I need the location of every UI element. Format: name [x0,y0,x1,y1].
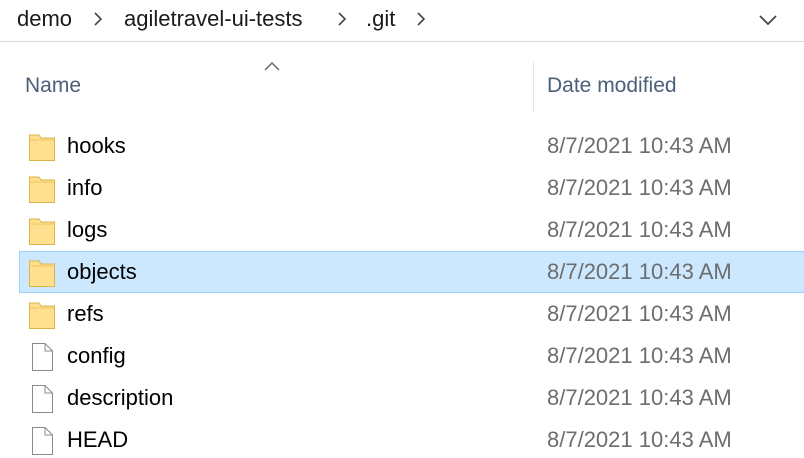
item-date-modified: 8/7/2021 10:43 AM [547,343,732,368]
column-divider[interactable] [533,62,534,112]
list-item-head[interactable]: HEAD 8/7/2021 10:43 AM [19,419,804,458]
item-date-modified: 8/7/2021 10:43 AM [547,301,732,326]
list-item-hooks[interactable]: hooks 8/7/2021 10:43 AM [19,125,804,167]
item-name: logs [67,217,108,242]
chevron-down-icon[interactable] [756,8,780,32]
item-name: refs [67,301,104,326]
file-icon [28,342,56,372]
file-icon [28,426,56,456]
chevron-right-icon[interactable] [335,10,349,28]
column-header-name[interactable]: Name [25,74,81,98]
breadcrumb-item-demo[interactable]: demo [17,5,72,33]
folder-icon [28,174,56,204]
item-date-modified: 8/7/2021 10:43 AM [547,385,732,410]
column-header-bar [0,56,804,112]
folder-icon [28,132,56,162]
item-name: hooks [67,133,126,158]
item-date-modified: 8/7/2021 10:43 AM [547,217,732,242]
chevron-right-icon[interactable] [414,10,428,28]
item-date-modified: 8/7/2021 10:43 AM [547,133,732,158]
list-item-objects[interactable]: objects 8/7/2021 10:43 AM [19,251,804,293]
sort-ascending-icon [264,61,280,71]
file-icon [28,384,56,414]
chevron-right-icon[interactable] [91,10,105,28]
list-item-refs[interactable]: refs 8/7/2021 10:43 AM [19,293,804,335]
folder-icon [28,300,56,330]
item-date-modified: 8/7/2021 10:43 AM [547,175,732,200]
list-item-logs[interactable]: logs 8/7/2021 10:43 AM [19,209,804,251]
column-header-date-modified[interactable]: Date modified [547,74,677,98]
address-bar[interactable]: demo agiletravel-ui-tests .git [0,0,804,42]
folder-icon [28,258,56,288]
item-date-modified: 8/7/2021 10:43 AM [547,427,732,452]
item-name: config [67,343,126,368]
item-date-modified: 8/7/2021 10:43 AM [547,259,732,284]
item-name: objects [67,259,137,284]
breadcrumb-item-agiletravel-ui-tests[interactable]: agiletravel-ui-tests [124,5,303,33]
folder-icon [28,216,56,246]
list-item-description[interactable]: description 8/7/2021 10:43 AM [19,377,804,419]
list-item-info[interactable]: info 8/7/2021 10:43 AM [19,167,804,209]
item-name: description [67,385,174,410]
list-item-config[interactable]: config 8/7/2021 10:43 AM [19,335,804,377]
breadcrumb-item-git[interactable]: .git [366,5,395,33]
item-name: HEAD [67,427,129,452]
item-name: info [67,175,103,200]
